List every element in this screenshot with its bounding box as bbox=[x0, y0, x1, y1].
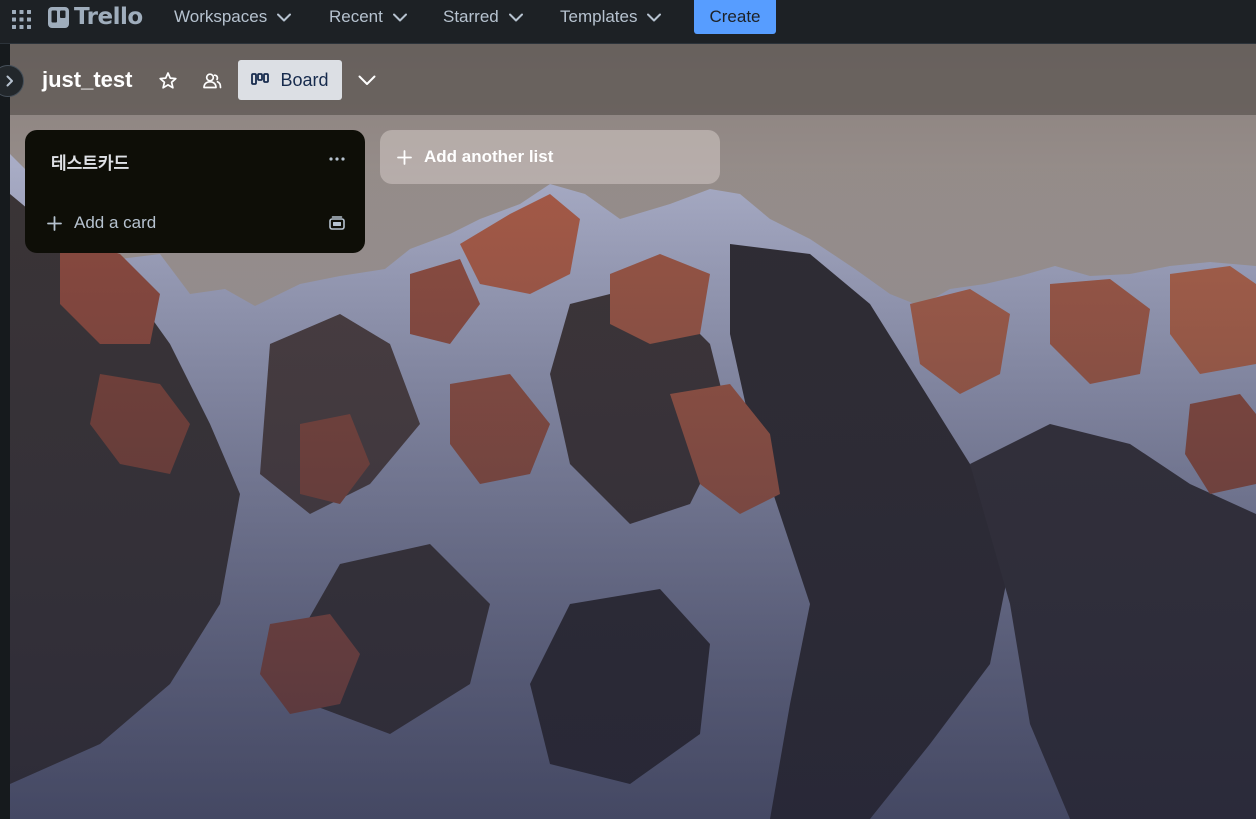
trello-logo[interactable]: Trello bbox=[48, 3, 143, 31]
list-actions-button[interactable] bbox=[323, 145, 351, 173]
app-switcher-button[interactable] bbox=[6, 4, 36, 34]
board-view-icon bbox=[251, 73, 270, 85]
board-header bbox=[10, 44, 1256, 115]
star-board-button[interactable] bbox=[155, 68, 181, 94]
board-view-button[interactable]: Board bbox=[238, 60, 342, 100]
chevron-down-icon bbox=[647, 13, 662, 21]
chevron-down-icon bbox=[508, 13, 523, 21]
sidebar-collapsed-strip bbox=[0, 44, 10, 819]
nav-workspaces-label: Workspaces bbox=[174, 7, 268, 26]
list-column: 테스트카드 Add a card bbox=[25, 130, 365, 253]
plus-icon bbox=[397, 149, 412, 165]
card-template-icon bbox=[329, 215, 345, 230]
nav-starred-label: Starred bbox=[443, 7, 499, 26]
nav-recent-label: Recent bbox=[329, 7, 383, 26]
nav-starred[interactable]: Starred bbox=[443, 3, 523, 31]
ellipsis-icon bbox=[329, 157, 345, 161]
chevron-down-icon bbox=[358, 75, 376, 85]
star-icon bbox=[159, 72, 177, 89]
add-card-button[interactable]: Add a card bbox=[39, 207, 307, 239]
chevron-down-icon bbox=[392, 13, 407, 21]
chevron-down-icon bbox=[277, 13, 292, 21]
nav-templates[interactable]: Templates bbox=[560, 3, 662, 31]
plus-icon bbox=[47, 215, 62, 231]
board-canvas: just_test Board 테스트카드 Add a card Add ano… bbox=[0, 44, 1256, 819]
visibility-button[interactable] bbox=[199, 68, 225, 94]
people-icon bbox=[203, 73, 222, 89]
trello-logo-icon bbox=[48, 6, 69, 28]
view-switcher-button[interactable] bbox=[354, 67, 380, 93]
list-title[interactable]: 테스트카드 bbox=[51, 149, 129, 174]
add-list-button[interactable]: Add another list bbox=[380, 130, 720, 184]
board-title[interactable]: just_test bbox=[42, 67, 132, 93]
chevron-right-icon bbox=[6, 75, 13, 87]
nav-templates-label: Templates bbox=[560, 7, 638, 26]
top-navigation-bar: Trello Workspaces Recent Starred Templat… bbox=[0, 0, 1256, 44]
add-list-label: Add another list bbox=[424, 147, 554, 166]
create-button[interactable]: Create bbox=[694, 0, 776, 34]
add-card-label: Add a card bbox=[74, 213, 157, 232]
create-from-template-button[interactable] bbox=[323, 209, 351, 237]
board-view-label: Board bbox=[280, 69, 329, 90]
app-switcher-icon bbox=[11, 9, 31, 29]
nav-workspaces[interactable]: Workspaces bbox=[174, 3, 292, 31]
logo-text: Trello bbox=[74, 4, 143, 30]
nav-recent[interactable]: Recent bbox=[329, 3, 407, 31]
